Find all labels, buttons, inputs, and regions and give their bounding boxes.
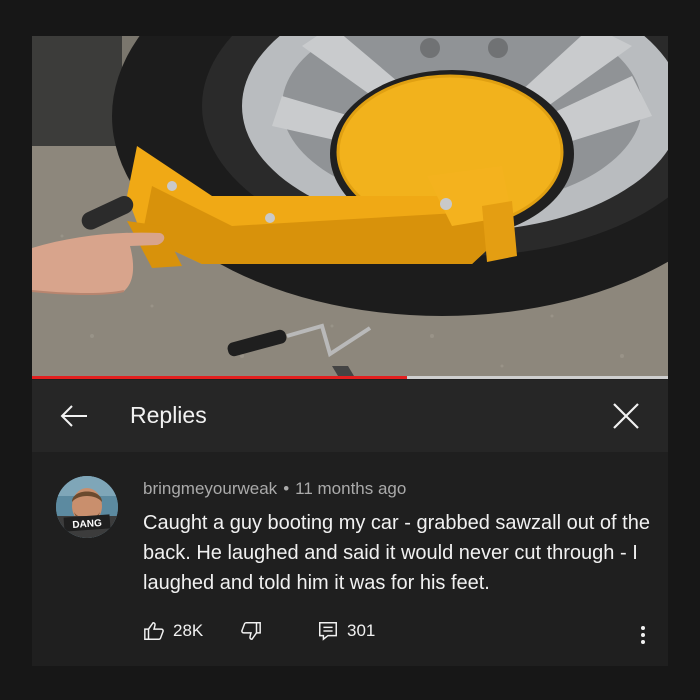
reply-comment-icon — [319, 622, 337, 641]
video-frame-image — [32, 36, 668, 379]
like-count: 28K — [173, 621, 204, 640]
comment-actions: 28K 301 — [143, 620, 663, 650]
thumbs-down-icon — [241, 622, 261, 640]
close-button[interactable] — [608, 398, 644, 434]
reply-count: 301 — [347, 621, 376, 640]
replies-panel: Replies DANG bringmeyourweak • 11 months a… — [32, 36, 668, 666]
video-progress-bar[interactable] — [32, 376, 668, 379]
more-vertical-icon — [641, 626, 645, 644]
video-player[interactable] — [32, 36, 668, 379]
back-button[interactable] — [56, 398, 92, 434]
video-progress-fill — [32, 376, 408, 379]
thumbs-up-icon — [144, 622, 164, 640]
arrow-left-icon — [60, 405, 87, 427]
replies-header: Replies — [32, 380, 668, 452]
more-options-button[interactable] — [631, 620, 655, 650]
comment-time[interactable]: 11 months ago — [295, 479, 406, 498]
like-button[interactable]: 28K — [143, 620, 203, 642]
comment-meta: bringmeyourweak • 11 months ago — [143, 479, 406, 499]
comment: DANG bringmeyourweak • 11 months ago Caugh… — [32, 452, 668, 666]
reply-button[interactable]: 301 — [317, 620, 375, 642]
comment-text: Caught a guy booting my car - grabbed sa… — [143, 512, 650, 594]
close-icon — [613, 403, 639, 429]
avatar-image: DANG — [56, 476, 118, 538]
dislike-button[interactable] — [240, 620, 262, 642]
page-title: Replies — [130, 402, 207, 428]
avatar[interactable]: DANG — [56, 476, 118, 538]
comment-author[interactable]: bringmeyourweak — [143, 479, 277, 498]
meta-separator: • — [283, 479, 290, 498]
svg-text:DANG: DANG — [72, 518, 102, 531]
